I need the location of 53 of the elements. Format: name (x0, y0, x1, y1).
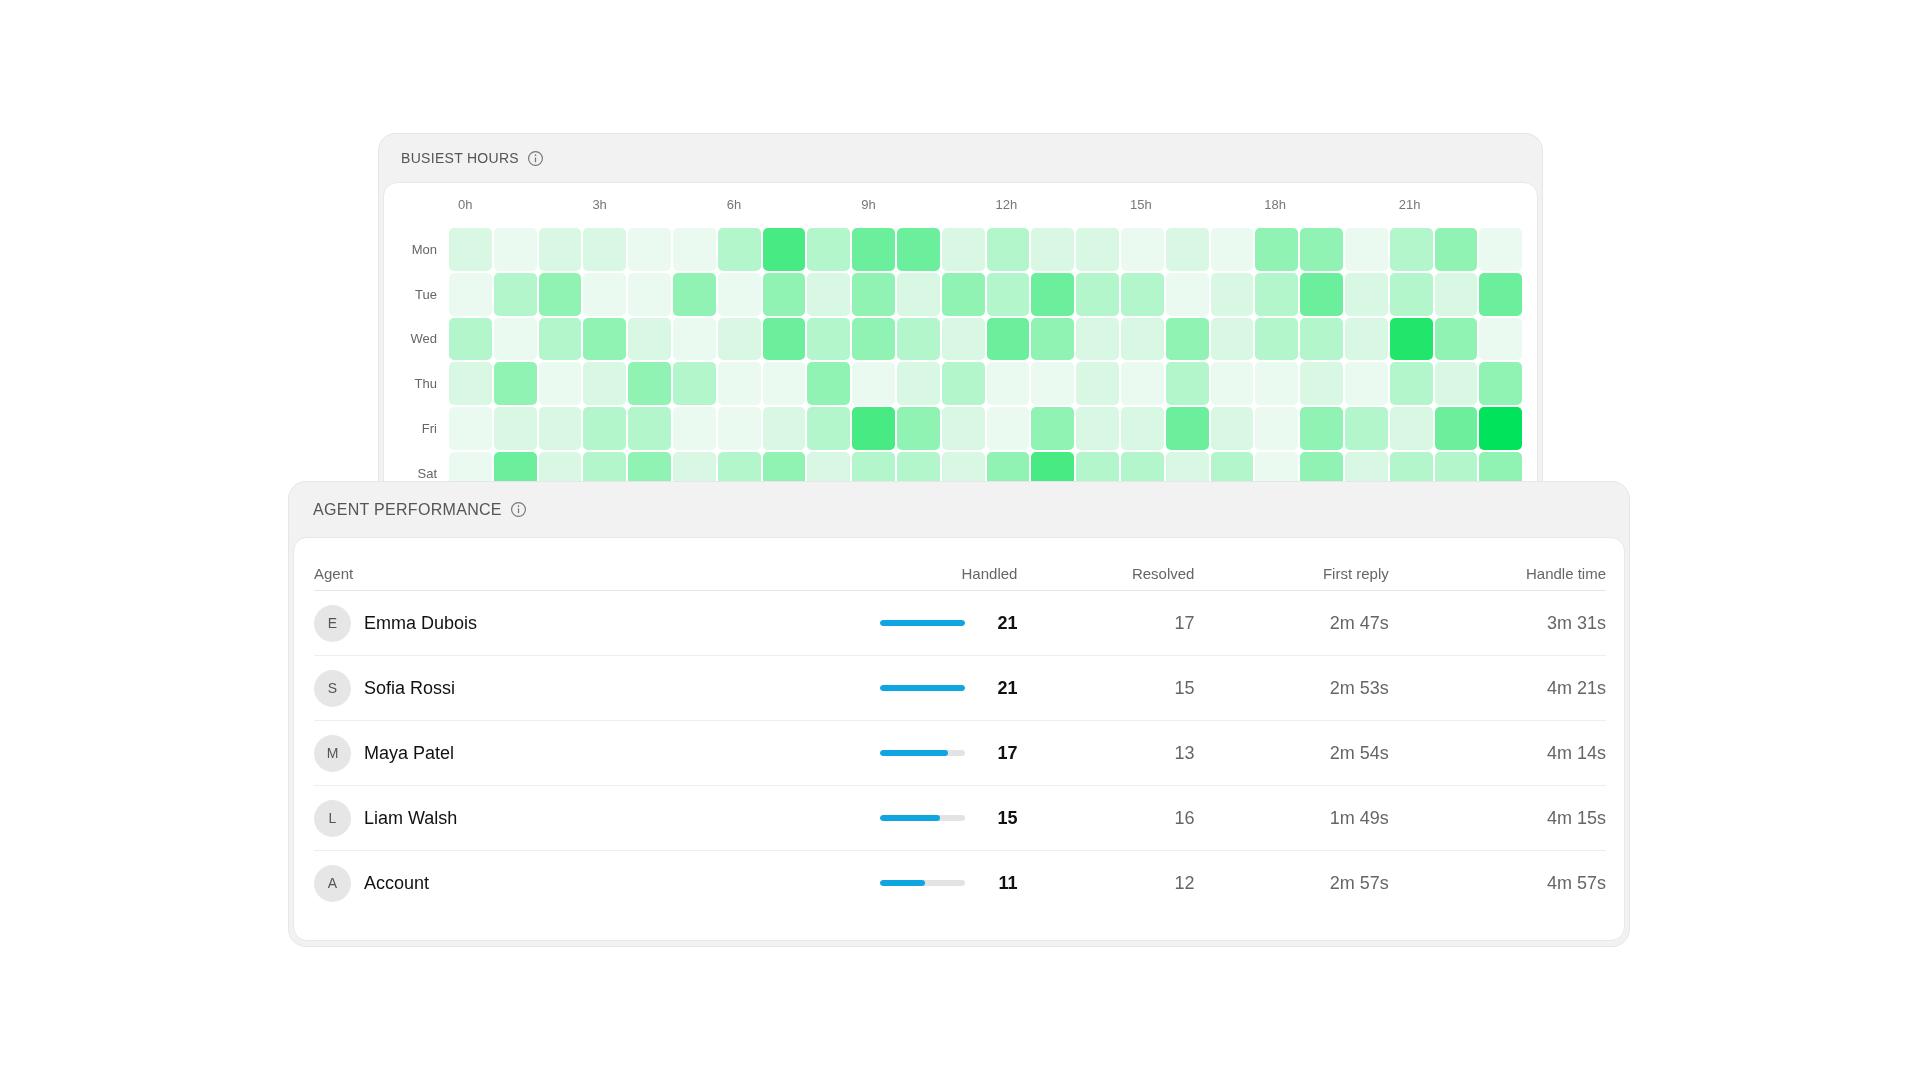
hour-label: 0h (458, 197, 474, 214)
agent-name: Liam Walsh (364, 807, 458, 829)
table-cell-text: 4m 21s (1545, 677, 1606, 699)
table-cell-text: 1m 49s (1328, 807, 1389, 829)
table-cell-text: 15 (996, 807, 1018, 829)
table-cell-text: 21 (996, 612, 1018, 634)
hour-label: 12h (995, 197, 1019, 214)
info-icon[interactable] (527, 149, 544, 167)
info-icon[interactable] (509, 501, 527, 518)
table-cell-text: 11 (997, 872, 1018, 894)
table-cell-text: 15 (1173, 677, 1195, 699)
hour-label: 21h (1398, 197, 1422, 214)
column-header: Agent (314, 564, 355, 582)
table-cell-text: 12 (1173, 872, 1195, 894)
avatar: E (314, 604, 351, 642)
agent-name: Sofia Rossi (364, 677, 456, 699)
table-cell-text: 2m 54s (1328, 742, 1389, 764)
day-label: Mon (410, 241, 438, 257)
avatar: S (314, 669, 351, 707)
table-cell-text: 4m 57s (1545, 872, 1606, 894)
hour-label: 9h (861, 197, 877, 214)
table-cell-text: 4m 15s (1545, 807, 1606, 829)
table-cell-text: 2m 53s (1328, 677, 1389, 699)
section-title: AGENT PERFORMANCE (313, 500, 502, 519)
column-header: Handled (960, 564, 1018, 582)
avatar: L (314, 799, 351, 837)
column-header: Resolved (1130, 564, 1195, 582)
hour-label: 18h (1264, 197, 1288, 214)
day-label: Sat (416, 465, 438, 481)
avatar: A (314, 864, 351, 902)
agent-name: Account (364, 872, 430, 894)
avatar: M (314, 734, 351, 772)
day-label: Thu (413, 376, 438, 392)
agent-name: Emma Dubois (364, 612, 478, 634)
day-label: Fri (420, 421, 438, 437)
hour-label: 6h (726, 197, 743, 214)
day-label: Tue (414, 286, 438, 302)
table-cell-text: 16 (1173, 807, 1195, 829)
table-cell-text: 17 (996, 742, 1018, 764)
day-label: Wed (409, 331, 438, 347)
hour-label: 3h (592, 197, 608, 214)
table-cell-text: 2m 57s (1328, 872, 1389, 894)
table-cell-text: 17 (1173, 612, 1195, 634)
column-header: Handle time (1524, 564, 1606, 582)
agent-name: Maya Patel (364, 742, 455, 764)
column-header: First reply (1321, 564, 1389, 582)
table-cell-text: 3m 31s (1545, 612, 1606, 634)
section-title: BUSIEST HOURS (401, 150, 519, 166)
table-cell-text: 4m 14s (1545, 742, 1606, 764)
table-cell-text: 2m 47s (1328, 612, 1389, 634)
hour-label: 15h (1129, 197, 1153, 214)
table-cell-text: 13 (1173, 742, 1195, 764)
table-cell-text: 21 (996, 677, 1018, 699)
